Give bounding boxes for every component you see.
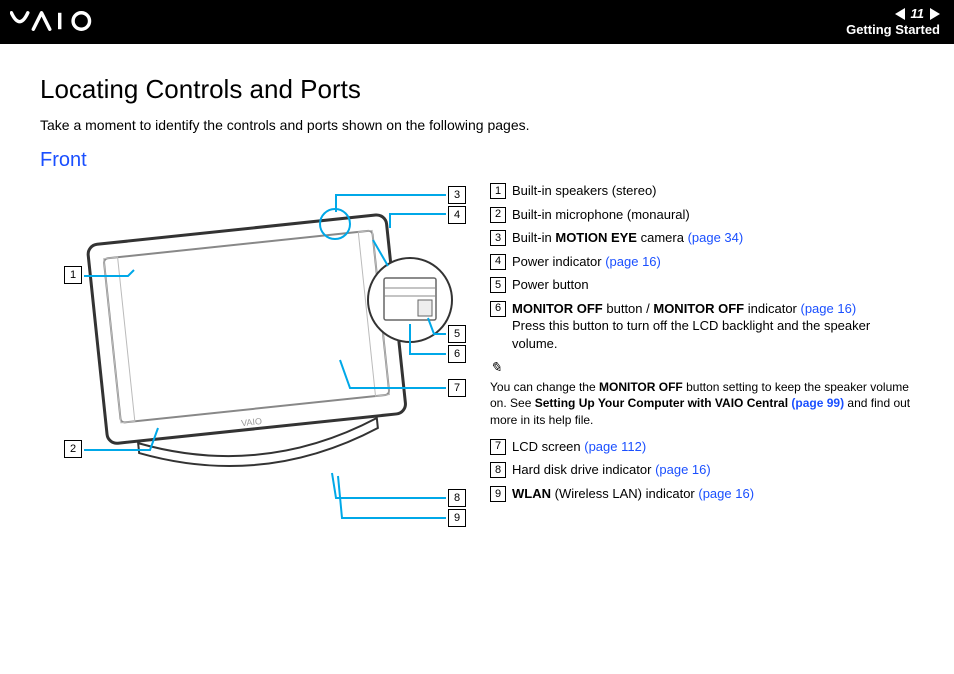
callout-column: 1 Built-in speakers (stereo) 2 Built-in …	[490, 180, 914, 508]
figure-label-3: 3	[448, 186, 466, 204]
numbox-4: 4	[490, 254, 506, 270]
callout-item-4: 4 Power indicator (page 16)	[490, 253, 914, 271]
numbox-3: 3	[490, 230, 506, 246]
callout-text-2: Built-in microphone (monaural)	[512, 206, 690, 224]
callout-text-6: MONITOR OFF button / MONITOR OFF indicat…	[512, 300, 856, 318]
nav-next-icon[interactable]	[930, 8, 940, 20]
callout-item-6: 6 MONITOR OFF button / MONITOR OFF indic…	[490, 300, 914, 353]
numbox-8: 8	[490, 462, 506, 478]
numbox-1: 1	[490, 183, 506, 199]
numbox-9: 9	[490, 486, 506, 502]
nav-prev-icon[interactable]	[895, 8, 905, 20]
callout-6-subnote: Press this button to turn off the LCD ba…	[512, 317, 914, 352]
figure-column: VAIO	[40, 180, 470, 540]
link-page-112[interactable]: (page 112)	[584, 439, 646, 454]
link-page-16-d[interactable]: (page 16)	[698, 486, 754, 501]
callout-text-4: Power indicator (page 16)	[512, 253, 661, 271]
callout-text-8: Hard disk drive indicator (page 16)	[512, 461, 711, 479]
figure-label-9: 9	[448, 509, 466, 527]
page-title: Locating Controls and Ports	[40, 74, 914, 105]
callout-item-2: 2 Built-in microphone (monaural)	[490, 206, 914, 224]
figure-label-4: 4	[448, 206, 466, 224]
link-page-99[interactable]: (page 99)	[791, 396, 844, 410]
front-view-figure: VAIO	[40, 180, 470, 540]
figure-label-7: 7	[448, 379, 466, 397]
header-right: 11 Getting Started	[846, 6, 940, 37]
callout-list-2: 7 LCD screen (page 112) 8 Hard disk driv…	[490, 438, 914, 503]
callout-item-7: 7 LCD screen (page 112)	[490, 438, 914, 456]
front-diagram-svg: VAIO	[40, 180, 470, 540]
figure-label-8: 8	[448, 489, 466, 507]
page-content: Locating Controls and Ports Take a momen…	[0, 44, 954, 540]
callout-item-9: 9 WLAN (Wireless LAN) indicator (page 16…	[490, 485, 914, 503]
callout-item-1: 1 Built-in speakers (stereo)	[490, 182, 914, 200]
callout-text-9: WLAN (Wireless LAN) indicator (page 16)	[512, 485, 754, 503]
note-icon: ✎	[490, 361, 502, 376]
section-title: Getting Started	[846, 22, 940, 38]
link-page-16-b[interactable]: (page 16)	[801, 301, 857, 316]
callout-item-3: 3 Built-in MOTION EYE camera (page 34)	[490, 229, 914, 247]
vaio-logo	[10, 10, 106, 35]
note-block: ✎ You can change the MONITOR OFF button …	[490, 360, 914, 427]
callout-text-3: Built-in MOTION EYE camera (page 34)	[512, 229, 743, 247]
figure-label-5: 5	[448, 325, 466, 343]
figure-label-2: 2	[64, 440, 82, 458]
intro-text: Take a moment to identify the controls a…	[40, 117, 914, 133]
page-header: 11 Getting Started	[0, 0, 954, 44]
numbox-2: 2	[490, 207, 506, 223]
callout-list: 1 Built-in speakers (stereo) 2 Built-in …	[490, 182, 914, 352]
figure-label-6: 6	[448, 345, 466, 363]
link-page-34[interactable]: (page 34)	[688, 230, 744, 245]
callout-text-5: Power button	[512, 276, 589, 294]
numbox-6: 6	[490, 301, 506, 317]
callout-item-8: 8 Hard disk drive indicator (page 16)	[490, 461, 914, 479]
vaio-logo-svg	[10, 10, 106, 32]
figure-label-1: 1	[64, 266, 82, 284]
callout-text-7: LCD screen (page 112)	[512, 438, 646, 456]
link-page-16-a[interactable]: (page 16)	[605, 254, 661, 269]
page-nav: 11	[846, 6, 940, 22]
callout-text-1: Built-in speakers (stereo)	[512, 182, 657, 200]
page-number: 11	[911, 6, 925, 22]
numbox-5: 5	[490, 277, 506, 293]
subsection-title: Front	[40, 149, 914, 172]
numbox-7: 7	[490, 439, 506, 455]
link-page-16-c[interactable]: (page 16)	[655, 462, 711, 477]
callout-item-5: 5 Power button	[490, 276, 914, 294]
